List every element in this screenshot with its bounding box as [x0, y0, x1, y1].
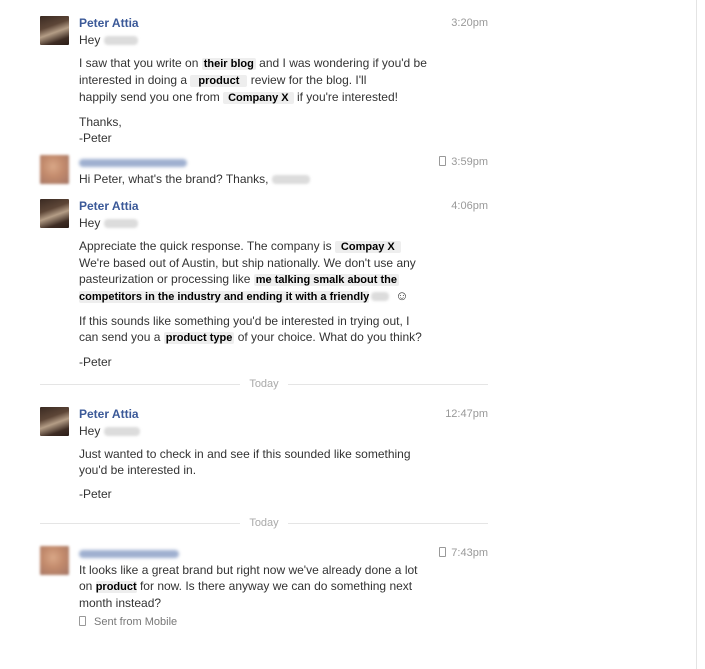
- smiley-emoticon-icon: ☺: [395, 288, 409, 303]
- timestamp: 12:47pm: [445, 408, 488, 420]
- signoff: -Peter: [79, 131, 112, 145]
- message-body: Hi Peter, what's the brand? Thanks,: [79, 171, 310, 187]
- text: interested in doing a: [79, 73, 191, 87]
- highlight: product: [190, 75, 248, 87]
- text: happily send you one from: [79, 90, 224, 104]
- text: Appreciate the quick response. The compa…: [79, 239, 335, 253]
- redacted-name: [103, 36, 138, 45]
- avatar[interactable]: [40, 407, 69, 436]
- highlight: their blog: [201, 58, 256, 70]
- text: review for the blog. I'll: [247, 73, 367, 87]
- timestamp: 3:20pm: [451, 17, 488, 29]
- text: you'd be interested in.: [79, 463, 197, 477]
- greeting: Hey: [79, 33, 101, 47]
- greeting: Hey: [79, 424, 101, 438]
- avatar[interactable]: [40, 199, 69, 228]
- time-text: 3:59pm: [451, 156, 488, 168]
- signoff: -Peter: [79, 487, 112, 501]
- timestamp: 7:43pm: [439, 546, 488, 560]
- avatar[interactable]: [40, 16, 69, 45]
- divider-line: [288, 384, 488, 385]
- text: of your choice. What do you think?: [234, 330, 422, 344]
- text: I saw that you write on: [79, 56, 202, 70]
- divider-line: [288, 523, 488, 524]
- sent-from-label: Sent from Mobile: [94, 616, 178, 628]
- text: on: [79, 579, 96, 593]
- text: It looks like a great brand but right no…: [79, 563, 418, 577]
- highlight: me talking smalk about the: [253, 274, 399, 286]
- text: Hi Peter, what's the brand? Thanks,: [79, 172, 269, 186]
- redacted-name: [271, 175, 310, 184]
- date-divider: Today: [40, 377, 488, 391]
- redacted-sender-name: [79, 159, 187, 167]
- sent-from-mobile: Sent from Mobile: [79, 615, 177, 629]
- avatar[interactable]: [40, 155, 69, 184]
- thanks-text: Thanks,: [79, 115, 122, 129]
- text: for now. Is there anyway we can do somet…: [136, 579, 413, 593]
- timestamp: 3:59pm: [439, 155, 488, 169]
- text: month instead?: [79, 596, 162, 610]
- message-body: Hey Appreciate the quick response. The c…: [79, 215, 422, 370]
- panel-divider: [696, 0, 697, 669]
- sender-name[interactable]: Peter Attia: [79, 407, 139, 421]
- highlight: product type: [163, 332, 235, 344]
- greeting: Hey: [79, 216, 101, 230]
- text: and I was wondering if you'd be: [255, 56, 427, 70]
- redacted-name: [103, 427, 140, 436]
- highlight: competitors in the industry and ending i…: [79, 291, 370, 303]
- timestamp: 4:06pm: [451, 200, 488, 212]
- highlight: Compay X: [334, 241, 401, 253]
- text: Just wanted to check in and see if this …: [79, 447, 411, 461]
- text: if you're interested!: [293, 90, 398, 104]
- redacted-sender-name: [79, 550, 179, 558]
- highlight: Company X: [223, 92, 294, 104]
- text: If this sounds like something you'd be i…: [79, 314, 410, 328]
- date-divider: Today: [40, 516, 488, 530]
- message-body: It looks like a great brand but right no…: [79, 562, 418, 611]
- avatar[interactable]: [40, 546, 69, 575]
- redacted-name: [103, 219, 138, 228]
- message-body: Hey I saw that you write on their blog a…: [79, 32, 427, 146]
- signoff: -Peter: [79, 355, 112, 369]
- message-body: Hey Just wanted to check in and see if t…: [79, 423, 411, 502]
- sender-name[interactable]: Peter Attia: [79, 16, 139, 30]
- time-text: 7:43pm: [451, 547, 488, 559]
- mobile-icon: [79, 616, 86, 626]
- text: can send you a: [79, 330, 164, 344]
- redacted-text: [371, 292, 390, 301]
- mobile-icon: [439, 156, 447, 166]
- text: We're based out of Austin, but ship nati…: [79, 256, 416, 270]
- highlight: product: [95, 581, 137, 593]
- text: pasteurization or processing like: [79, 272, 254, 286]
- mobile-icon: [439, 547, 447, 557]
- sender-name[interactable]: Peter Attia: [79, 199, 139, 213]
